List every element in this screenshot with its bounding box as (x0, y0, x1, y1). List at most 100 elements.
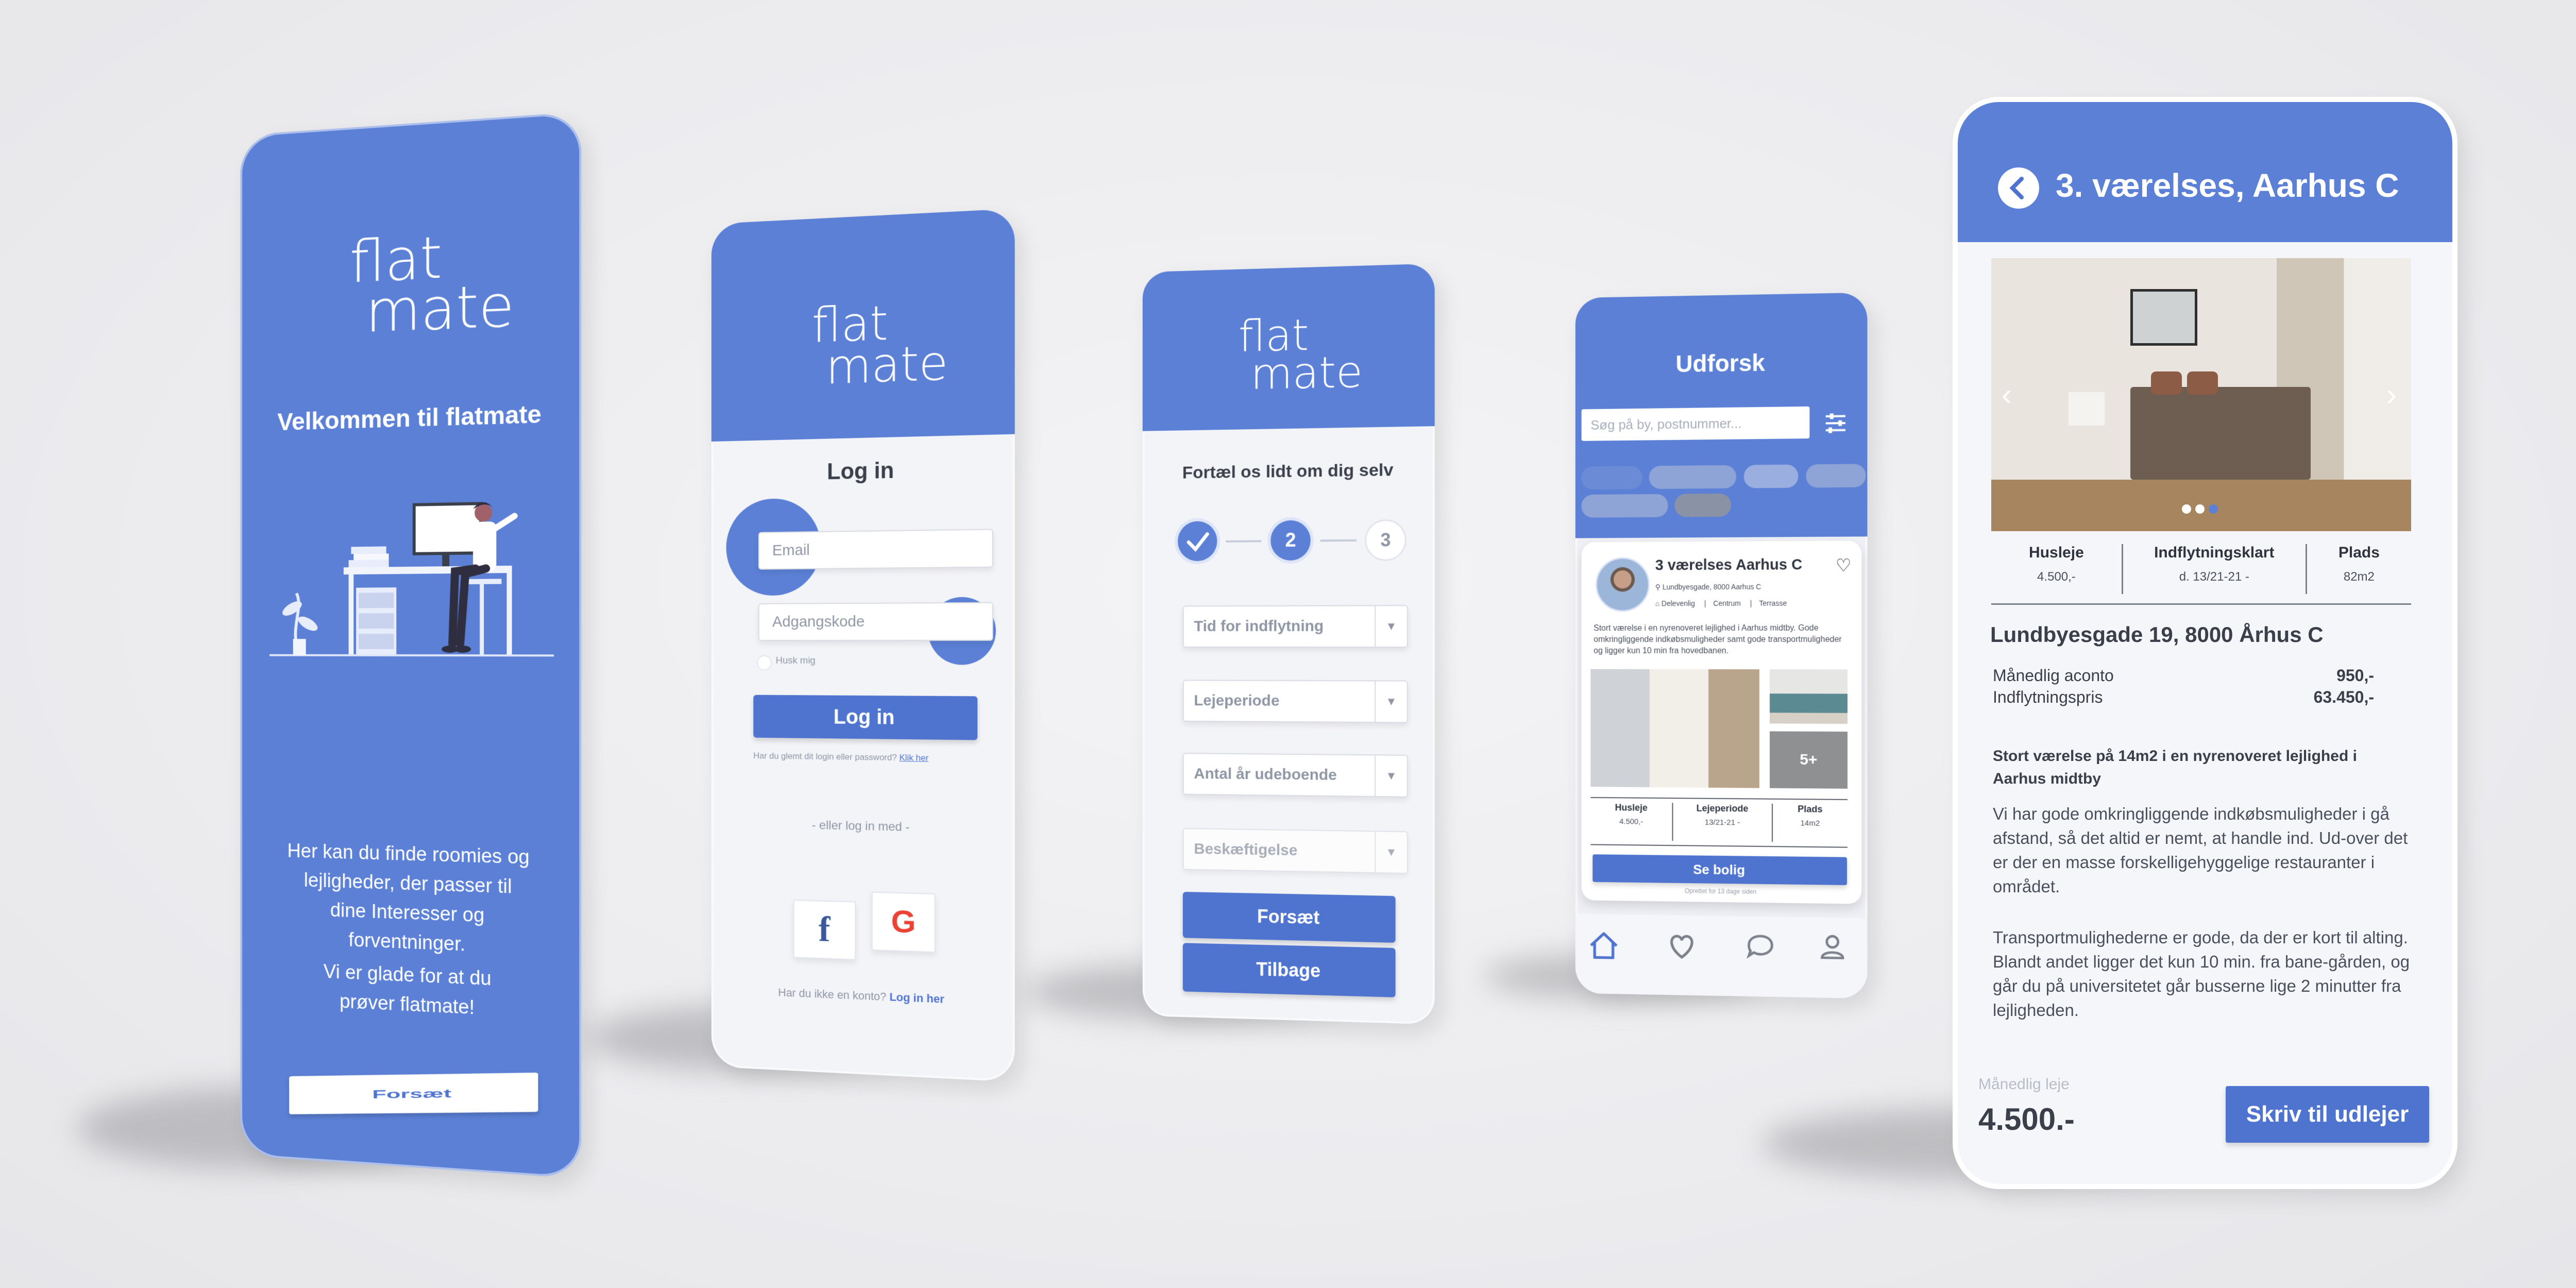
heart-icon[interactable]: ♡ (1836, 555, 1852, 576)
chevron-left-icon[interactable]: ‹ (2002, 377, 2012, 412)
stat-rent: Husleje 4.500,- (1991, 544, 2123, 594)
chat-icon[interactable] (1744, 929, 1777, 963)
home-icon[interactable] (1585, 927, 1622, 964)
select-label: Lejeperiode (1194, 692, 1279, 709)
search-input[interactable]: Søg på by, postnummer... (1582, 406, 1810, 441)
contact-landlord-button[interactable]: Skriv til udlejer (2226, 1086, 2429, 1143)
stat-value: 13/21-21 - (1673, 818, 1772, 827)
view-listing-button[interactable]: Se bolig (1592, 854, 1847, 885)
listing-tags: ⌂ Delevenlig | Centrum | Terrasse (1655, 599, 1787, 608)
welcome-description: Her kan du finde roomies og lejligheder,… (286, 837, 530, 962)
step-connector-1 (1226, 540, 1261, 543)
brand-line-2: mate (350, 280, 515, 338)
avatar (1596, 557, 1650, 612)
chevron-down-icon: ▼ (1375, 606, 1407, 647)
address-text: Lundbyesgade, 8000 Aarhus C (1663, 583, 1761, 591)
select-occupation[interactable]: Beskæftigelse ▼ (1183, 828, 1408, 874)
filter-chip[interactable] (1582, 466, 1642, 489)
email-field[interactable]: Email (758, 529, 993, 570)
remember-checkbox[interactable] (757, 655, 772, 671)
stat-rent: Husleje 4.500,- (1590, 802, 1673, 841)
google-button[interactable]: G (872, 892, 936, 953)
google-icon: G (891, 904, 916, 940)
listing-photo-kitchen (1590, 669, 1759, 788)
profile-icon[interactable] (1816, 930, 1849, 963)
cost-label: Månedlig aconto (1993, 666, 2114, 685)
chevron-right-icon[interactable]: › (2386, 377, 2397, 412)
bedroom-photo (1991, 258, 2411, 531)
bottom-nav (1575, 914, 1868, 998)
cost-value: 63.450,- (2314, 688, 2374, 707)
detail-subtitle: Stort værelse på 14m2 i en nyrenoveret l… (1993, 745, 2405, 790)
listing-address: ⚲ Lundbyesgade, 8000 Aarhus C (1655, 583, 1761, 592)
detail-stats: Husleje 4.500,- Indflytningsklart d. 13/… (1991, 539, 2411, 605)
select-label: Tid for indflytning (1194, 618, 1324, 635)
stat-label: Husleje (1590, 802, 1672, 814)
continue-button[interactable]: Forsæt (289, 1073, 538, 1114)
cost-row: Indflytningspris 63.450,- (1993, 688, 2374, 707)
brand-logo: flat mate (350, 229, 515, 338)
stat-space: Plads 14m2 (1773, 804, 1848, 843)
signup-link[interactable]: Log in her (889, 990, 944, 1006)
location-icon: ⚲ (1655, 583, 1663, 591)
check-icon (1178, 521, 1217, 561)
filter-chip[interactable] (1674, 494, 1731, 517)
stat-value: 4.500,- (1590, 817, 1672, 826)
detail-screen: 3. værelses, Aarhus C ‹ › Husleje 4.500,… (1958, 102, 2452, 1184)
login-screen: flat mate Log in Email Adgangskode Husk … (711, 209, 1015, 1082)
stat-label: Plads (1773, 804, 1848, 815)
more-photos[interactable]: 5+ (1770, 731, 1848, 788)
filter-chip[interactable] (1806, 464, 1866, 487)
home-icon: ⌂ (1655, 599, 1662, 607)
no-account-text: Har du ikke en konto? (778, 986, 886, 1004)
select-years-away[interactable]: Antal år udeboende ▼ (1183, 753, 1408, 798)
forgot-label: Har du glemt dit login eller password? (753, 751, 897, 762)
forgot-link[interactable]: Klik her (900, 753, 929, 763)
select-label: Beskæftigelse (1194, 840, 1297, 859)
stat-value: 82m2 (2307, 570, 2411, 584)
stat-value: d. 13/21-21 - (2123, 570, 2306, 584)
facebook-button[interactable]: f (793, 900, 856, 960)
stat-value: 14m2 (1773, 819, 1848, 828)
cost-label: Indflytningspris (1993, 688, 2103, 706)
explore-title: Udforsk (1575, 347, 1868, 379)
detail-address: Lundbyesgade 19, 8000 Århus C (1990, 622, 2324, 647)
step-3-next: 3 (1365, 519, 1406, 561)
heart-icon[interactable] (1665, 928, 1700, 963)
stat-label: Lejeperiode (1673, 803, 1772, 815)
chevron-left-icon (1998, 167, 2039, 209)
detail-paragraph-2: Transportmulighederne er gode, da der er… (1993, 925, 2413, 1022)
chevron-down-icon: ▼ (1375, 755, 1407, 796)
stat-label: Husleje (1991, 544, 2122, 562)
listing-card[interactable]: 3 værelses Aarhus C ♡ ⚲ Lundbyesgade, 80… (1582, 541, 1862, 904)
onboarding-title: Fortæl os lidt om dig selv (1143, 460, 1435, 484)
onboarding-screen: flat mate Fortæl os lidt om dig selv 2 3… (1143, 264, 1435, 1025)
detail-title: 3. værelses, Aarhus C (2056, 166, 2399, 205)
welcome-screen: flat mate Velkommen til flatmate Her kan… (240, 112, 581, 1179)
stat-space: Plads 82m2 (2307, 544, 2411, 594)
password-field[interactable]: Adgangskode (758, 602, 993, 641)
chevron-down-icon: ▼ (1375, 681, 1407, 722)
cost-row: Månedlig aconto 950,- (1993, 666, 2374, 685)
back-button[interactable] (1998, 167, 2039, 209)
filter-chip[interactable] (1582, 494, 1668, 518)
stat-label: Indflytningsklart (2123, 544, 2306, 562)
stat-move-in: Indflytningsklart d. 13/21-21 - (2123, 544, 2307, 594)
tag: Delevenlig (1662, 599, 1695, 607)
stat-label: Plads (2307, 544, 2411, 562)
select-rental-period[interactable]: Lejeperiode ▼ (1183, 680, 1408, 723)
listing-description: Stort værelse i en nyrenoveret lejlighed… (1594, 623, 1851, 657)
login-button[interactable]: Log in (753, 695, 977, 740)
select-move-in[interactable]: Tid for indflytning ▼ (1183, 605, 1408, 648)
rent-value: 4.500.- (1978, 1101, 2075, 1137)
filter-chip[interactable] (1649, 465, 1736, 489)
filter-chip[interactable] (1744, 465, 1798, 488)
photo-carousel[interactable]: ‹ › (1991, 258, 2411, 531)
step-2-current: 2 (1270, 520, 1311, 561)
step-connector-2 (1320, 539, 1357, 542)
chevron-down-icon: ▼ (1375, 832, 1407, 873)
continue-button[interactable]: Forsæt (1183, 892, 1396, 943)
brand-line-2: mate (812, 343, 948, 389)
back-button[interactable]: Tilbage (1183, 943, 1396, 997)
filter-icon[interactable] (1822, 409, 1850, 437)
